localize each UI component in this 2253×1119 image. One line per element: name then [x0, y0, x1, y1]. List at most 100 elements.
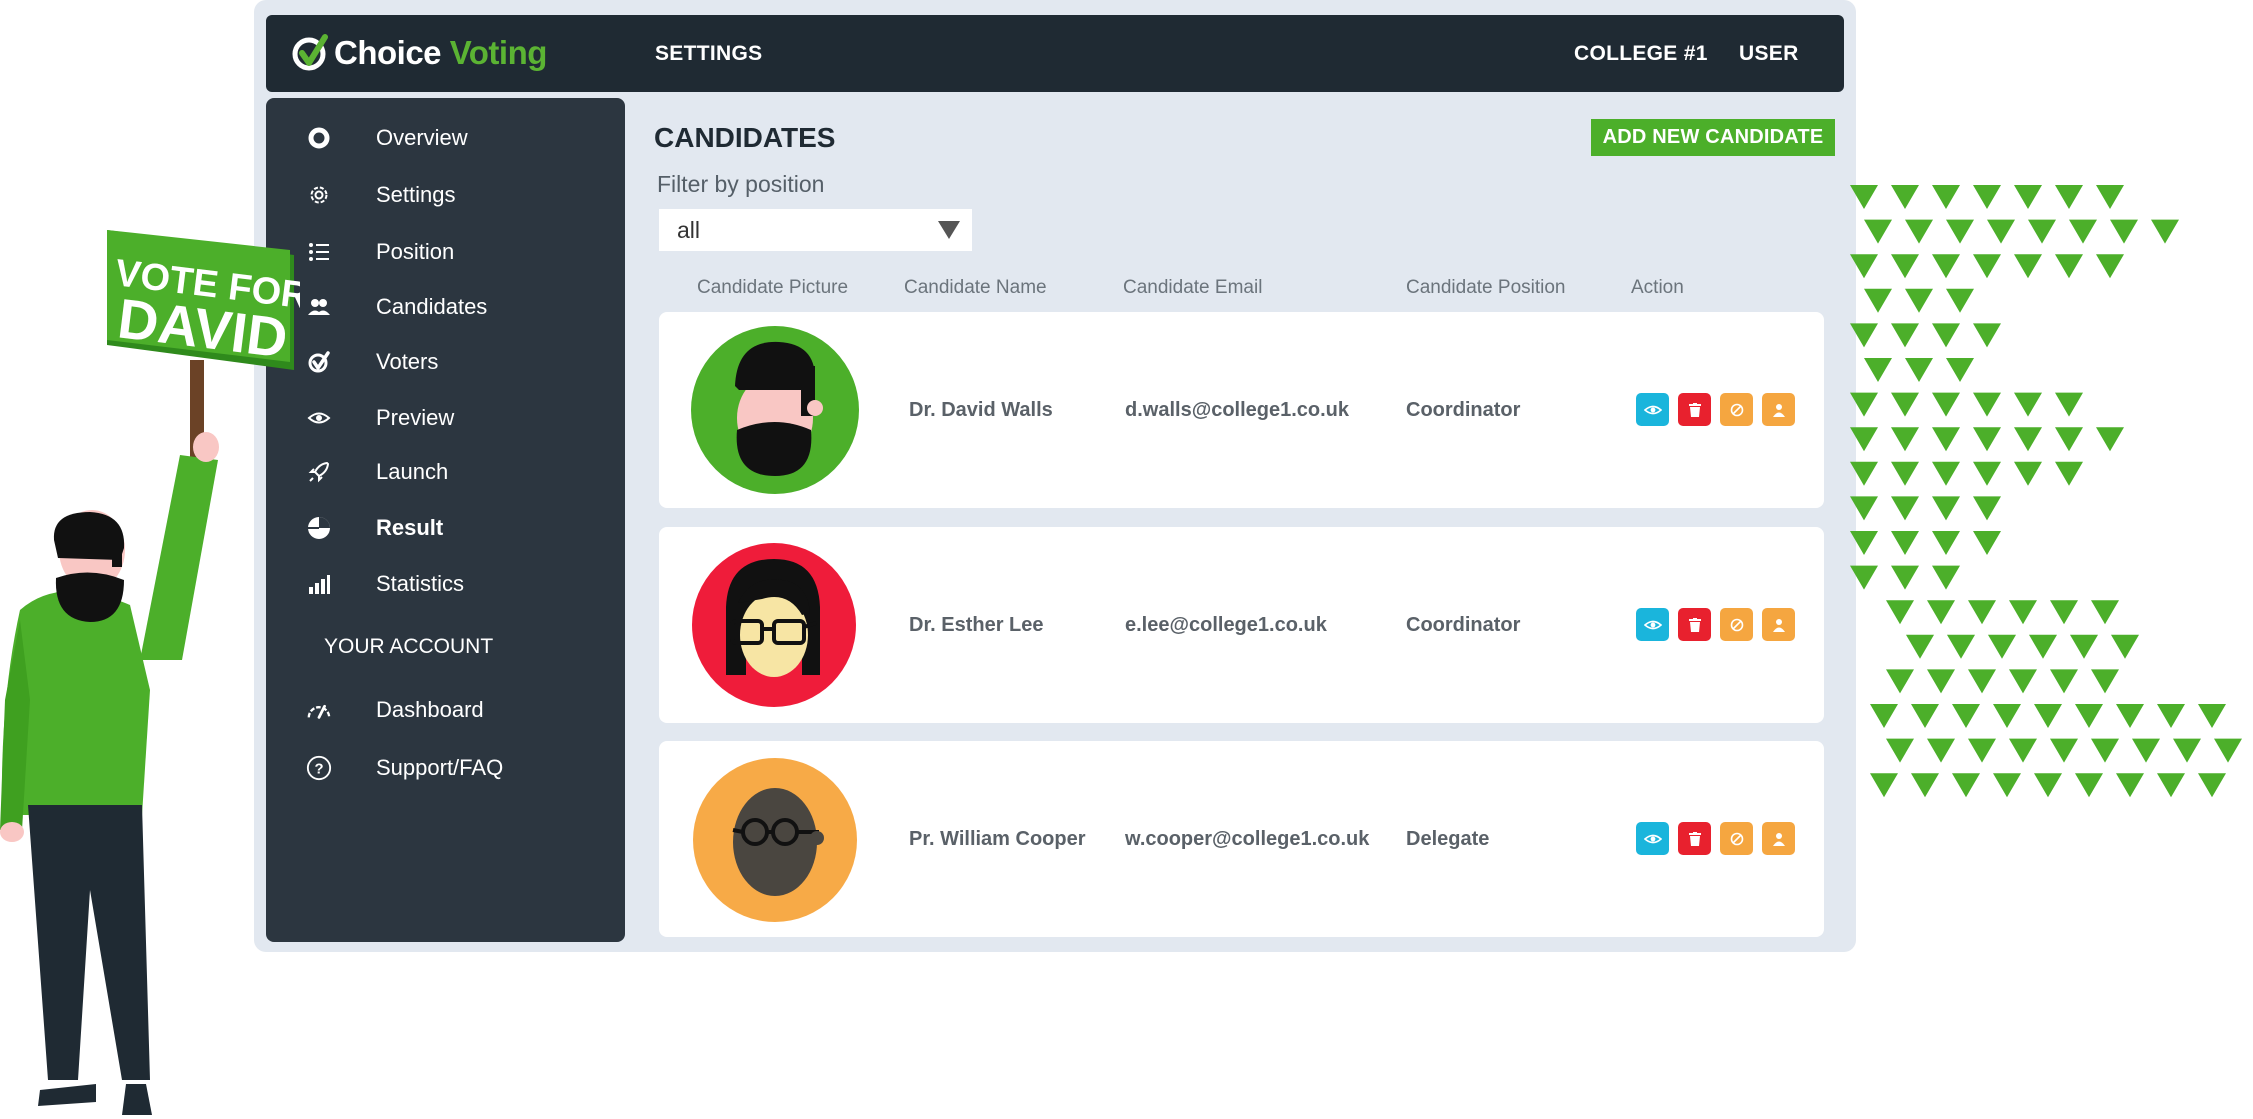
svg-text:?: ?	[314, 762, 323, 778]
view-button[interactable]	[1636, 822, 1669, 855]
sidebar-item-dashboard[interactable]: Dashboard	[266, 688, 625, 732]
sidebar-item-candidates[interactable]: Candidates	[266, 285, 625, 329]
character-illustration: VOTE FOR DAVID	[0, 230, 300, 1115]
page-title: CANDIDATES	[654, 122, 836, 153]
caret-down-icon	[938, 221, 960, 239]
speedometer-icon	[306, 697, 332, 723]
table-row: Dr. Esther Lee e.lee@college1.co.uk Coor…	[659, 527, 1824, 723]
user-icon	[1772, 618, 1785, 632]
sidebar-item-label: Result	[376, 515, 444, 540]
eye-icon	[1643, 834, 1662, 843]
eye-icon	[1643, 620, 1662, 629]
sidebar-item-label: Preview	[376, 405, 455, 430]
list-icon	[306, 239, 332, 265]
eye-icon	[1643, 405, 1662, 414]
table-row: Pr. William Cooper w.cooper@college1.co.…	[659, 741, 1824, 937]
check-logo-icon	[292, 34, 328, 71]
nav-settings[interactable]: SETTINGS	[655, 15, 762, 92]
column-header-email[interactable]: Candidate Email	[1123, 277, 1262, 299]
row-actions	[1636, 608, 1795, 641]
view-button[interactable]	[1636, 608, 1669, 641]
column-header-picture[interactable]: Candidate Picture	[697, 277, 848, 299]
ban-icon	[1730, 403, 1743, 416]
top-navbar: Choice Voting SETTINGS COLLEGE #1 USER	[266, 15, 1844, 92]
bar-chart-icon	[306, 571, 332, 597]
logo-word-voting: Voting	[449, 34, 548, 71]
candidate-email: w.cooper@college1.co.uk	[1125, 827, 1370, 850]
sidebar-item-support[interactable]: ? Support/FAQ	[266, 746, 625, 790]
user-icon	[1772, 832, 1785, 846]
logo[interactable]: Choice Voting	[292, 32, 547, 74]
vote-sign: VOTE FOR DAVID	[107, 230, 300, 370]
users-icon	[306, 294, 332, 320]
column-header-position[interactable]: Candidate Position	[1406, 277, 1566, 299]
nav-college[interactable]: COLLEGE #1	[1574, 15, 1708, 92]
trash-icon	[1688, 831, 1701, 846]
sidebar-item-settings[interactable]: Settings	[266, 173, 625, 217]
sidebar-item-label: Statistics	[376, 571, 465, 596]
sidebar-item-launch[interactable]: Launch	[266, 450, 625, 494]
table-row: Dr. David Walls d.walls@college1.co.uk C…	[659, 312, 1824, 508]
sidebar-item-label: Dashboard	[376, 697, 484, 722]
filter-label: Filter by position	[657, 171, 825, 197]
pie-chart-icon	[306, 515, 332, 541]
add-candidate-button[interactable]: ADD NEW CANDIDATE	[1591, 119, 1835, 156]
sidebar-item-preview[interactable]: Preview	[266, 396, 625, 440]
eye-icon	[306, 405, 332, 431]
ban-icon	[1730, 832, 1743, 845]
sidebar-item-label: Position	[376, 239, 455, 264]
sidebar-item-label: Overview	[376, 125, 468, 150]
sidebar-item-label: Support/FAQ	[376, 755, 504, 780]
row-actions	[1636, 393, 1795, 426]
sidebar-item-label: Candidates	[376, 294, 488, 319]
sidebar-item-label: Voters	[376, 349, 439, 374]
user-button[interactable]	[1762, 608, 1795, 641]
candidate-email: d.walls@college1.co.uk	[1125, 398, 1350, 421]
candidate-position: Coordinator	[1406, 613, 1521, 636]
trash-icon	[1688, 402, 1701, 417]
block-button[interactable]	[1720, 608, 1753, 641]
sidebar-item-voters[interactable]: Voters	[266, 340, 625, 384]
sidebar-item-label: Settings	[376, 182, 456, 207]
question-icon: ?	[306, 755, 332, 781]
sidebar-item-label: Launch	[376, 459, 449, 484]
sidebar-item-position[interactable]: Position	[266, 230, 625, 274]
candidate-position: Delegate	[1406, 827, 1490, 850]
decorative-triangle-pattern	[1850, 185, 2242, 798]
account-heading: YOUR ACCOUNT	[266, 625, 625, 669]
column-header-name[interactable]: Candidate Name	[904, 277, 1047, 299]
column-header-action: Action	[1631, 277, 1684, 298]
candidate-name: Pr. William Cooper	[909, 827, 1086, 850]
candidate-position: Coordinator	[1406, 398, 1521, 421]
logo-text: Choice Voting	[334, 34, 547, 72]
view-button[interactable]	[1636, 393, 1669, 426]
sidebar: Overview Settings Position Candidates Vo…	[266, 98, 625, 942]
candidate-email: e.lee@college1.co.uk	[1125, 613, 1327, 636]
block-button[interactable]	[1720, 822, 1753, 855]
trash-icon	[1688, 617, 1701, 632]
position-filter-select[interactable]: all	[659, 209, 972, 251]
user-button[interactable]	[1762, 393, 1795, 426]
delete-button[interactable]	[1678, 393, 1711, 426]
logo-word-choice: Choice	[334, 34, 442, 71]
delete-button[interactable]	[1678, 822, 1711, 855]
nav-user[interactable]: USER	[1739, 15, 1799, 92]
sidebar-item-overview[interactable]: Overview	[266, 116, 625, 160]
avatar	[693, 758, 857, 922]
overview-icon	[306, 125, 332, 151]
block-button[interactable]	[1720, 393, 1753, 426]
sidebar-item-result[interactable]: Result	[266, 506, 625, 550]
sidebar-item-statistics[interactable]: Statistics	[266, 562, 625, 606]
delete-button[interactable]	[1678, 608, 1711, 641]
candidate-name: Dr. David Walls	[909, 398, 1053, 421]
user-button[interactable]	[1762, 822, 1795, 855]
avatar	[691, 326, 859, 494]
candidate-name: Dr. Esther Lee	[909, 613, 1044, 636]
ban-icon	[1730, 618, 1743, 631]
select-value: all	[677, 216, 701, 243]
check-badge-icon	[306, 349, 332, 375]
gear-icon	[306, 182, 332, 208]
row-actions	[1636, 822, 1795, 855]
user-icon	[1772, 403, 1785, 417]
rocket-icon	[306, 459, 332, 485]
